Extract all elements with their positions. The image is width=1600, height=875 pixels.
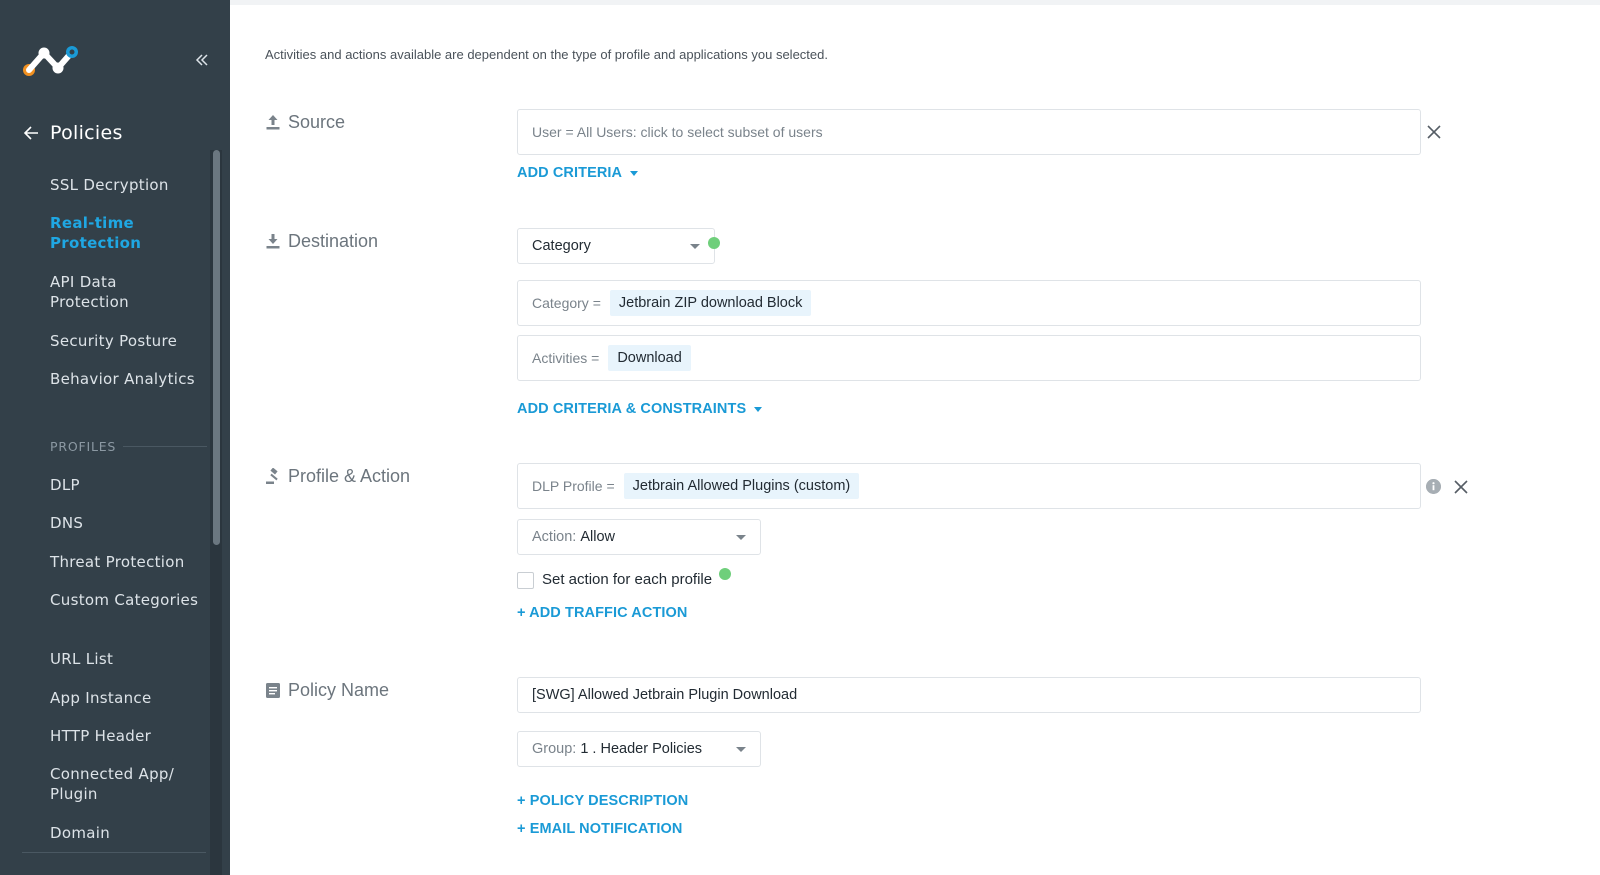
sidebar-item-dlp[interactable]: DLP bbox=[50, 475, 200, 495]
sidebar-item-custom-categories[interactable]: Custom Categories bbox=[50, 590, 200, 610]
policy-name-label: Policy Name bbox=[265, 680, 389, 701]
dlp-profile-chip[interactable]: Jetbrain Allowed Plugins (custom) bbox=[623, 473, 860, 499]
sidebar-item-api-data-protection[interactable]: API Data Protection bbox=[50, 272, 200, 312]
sidebar-item-dns[interactable]: DNS bbox=[50, 513, 200, 533]
category-label: Category = bbox=[532, 295, 601, 311]
download-icon bbox=[266, 234, 280, 249]
source-label-text: Source bbox=[288, 112, 346, 132]
sidebar-scrollbar-thumb[interactable] bbox=[213, 150, 220, 545]
main-content: Activities and actions available are dep… bbox=[230, 0, 1600, 875]
sidebar-item-url-list[interactable]: URL List bbox=[50, 649, 200, 669]
add-criteria-constraints-label: ADD CRITERIA & CONSTRAINTS bbox=[517, 401, 747, 417]
add-traffic-action-button[interactable]: + ADD TRAFFIC ACTION bbox=[517, 605, 688, 621]
activities-label: Activities = bbox=[532, 350, 600, 366]
gavel-icon bbox=[266, 468, 278, 484]
status-dot bbox=[708, 237, 720, 249]
action-label: Action: bbox=[532, 529, 577, 545]
destination-type-select[interactable]: Category bbox=[517, 228, 715, 264]
sidebar-item-security-posture[interactable]: Security Posture bbox=[50, 331, 200, 351]
sidebar-item-domain[interactable]: Domain bbox=[50, 823, 200, 843]
policy-description-button[interactable]: + POLICY DESCRIPTION bbox=[517, 793, 688, 809]
sidebar-item-real-time-protection[interactable]: Real-time Protection bbox=[50, 213, 200, 253]
sidebar-divider bbox=[123, 446, 207, 447]
category-field[interactable]: Category = Jetbrain ZIP download Block bbox=[517, 280, 1421, 326]
app: Policies SSL Decryption Real-time Protec… bbox=[0, 0, 1600, 875]
sidebar-item-connected-app-plugin[interactable]: Connected App/ Plugin bbox=[50, 764, 200, 804]
source-label: Source bbox=[265, 112, 345, 133]
set-action-checkbox-label[interactable]: Set action for each profile bbox=[542, 571, 712, 588]
status-dot bbox=[719, 568, 731, 580]
destination-label: Destination bbox=[265, 231, 378, 252]
group-select[interactable]: Group: 1 . Header Policies bbox=[517, 731, 761, 767]
profile-action-label-text: Profile & Action bbox=[288, 466, 411, 486]
chevron-down-icon bbox=[690, 244, 700, 249]
policy-description-label: + POLICY DESCRIPTION bbox=[517, 793, 689, 809]
source-users-field[interactable]: User = All Users: click to select subset… bbox=[517, 109, 1421, 155]
add-criteria-constraints-button[interactable]: ADD CRITERIA & CONSTRAINTS bbox=[517, 401, 763, 417]
sidebar: Policies SSL Decryption Real-time Protec… bbox=[0, 0, 230, 875]
email-notification-button[interactable]: + EMAIL NOTIFICATION bbox=[517, 821, 682, 837]
sidebar-item-behavior-analytics[interactable]: Behavior Analytics bbox=[50, 369, 200, 389]
sidebar-item-app-instance[interactable]: App Instance bbox=[50, 688, 200, 708]
policy-name-label-text: Policy Name bbox=[288, 680, 390, 700]
policy-name-input[interactable]: [SWG] Allowed Jetbrain Plugin Download bbox=[517, 677, 1421, 713]
back-arrow-icon[interactable] bbox=[22, 123, 42, 143]
document-icon bbox=[266, 683, 280, 698]
add-criteria-label: ADD CRITERIA bbox=[517, 165, 623, 181]
top-divider bbox=[230, 0, 1600, 5]
dlp-profile-label: DLP Profile = bbox=[532, 478, 615, 494]
destination-type-value: Category bbox=[532, 238, 591, 254]
sidebar-item-threat-protection[interactable]: Threat Protection bbox=[50, 552, 200, 572]
activities-field[interactable]: Activities = Download bbox=[517, 335, 1421, 381]
sidebar-divider-bottom bbox=[22, 852, 206, 853]
action-value: Allow bbox=[580, 529, 615, 545]
set-action-checkbox[interactable] bbox=[517, 572, 534, 589]
policy-name-value: [SWG] Allowed Jetbrain Plugin Download bbox=[532, 687, 798, 703]
collapse-icon[interactable] bbox=[194, 52, 210, 68]
hint-text: Activities and actions available are dep… bbox=[265, 47, 828, 62]
logo-icon[interactable] bbox=[22, 44, 82, 78]
close-icon[interactable] bbox=[1453, 479, 1469, 495]
activities-chip[interactable]: Download bbox=[608, 345, 691, 371]
dlp-profile-field[interactable]: DLP Profile = Jetbrain Allowed Plugins (… bbox=[517, 463, 1421, 509]
sidebar-title[interactable]: Policies bbox=[22, 118, 123, 148]
sidebar-title-label: Policies bbox=[50, 122, 123, 144]
add-traffic-action-label: + ADD TRAFFIC ACTION bbox=[517, 605, 688, 621]
chevron-down-icon bbox=[754, 406, 763, 412]
email-notification-label: + EMAIL NOTIFICATION bbox=[517, 821, 683, 837]
sidebar-section-profiles: PROFILES bbox=[50, 439, 117, 454]
upload-icon bbox=[266, 115, 280, 130]
chevron-down-icon bbox=[630, 170, 639, 176]
category-chip[interactable]: Jetbrain ZIP download Block bbox=[609, 290, 812, 316]
profile-action-label: Profile & Action bbox=[265, 466, 410, 487]
source-users-text: User = All Users: click to select subset… bbox=[532, 124, 823, 140]
sidebar-item-ssl-decryption[interactable]: SSL Decryption bbox=[50, 175, 200, 195]
chevron-down-icon bbox=[736, 535, 746, 540]
action-select[interactable]: Action: Allow bbox=[517, 519, 761, 555]
add-criteria-button[interactable]: ADD CRITERIA bbox=[517, 165, 639, 181]
group-value: 1 . Header Policies bbox=[580, 741, 703, 757]
chevron-down-icon bbox=[736, 747, 746, 752]
sidebar-item-http-header[interactable]: HTTP Header bbox=[50, 726, 200, 746]
info-icon[interactable] bbox=[1426, 479, 1441, 494]
close-icon[interactable] bbox=[1426, 124, 1442, 140]
group-label: Group: bbox=[532, 741, 577, 757]
destination-label-text: Destination bbox=[288, 231, 379, 251]
